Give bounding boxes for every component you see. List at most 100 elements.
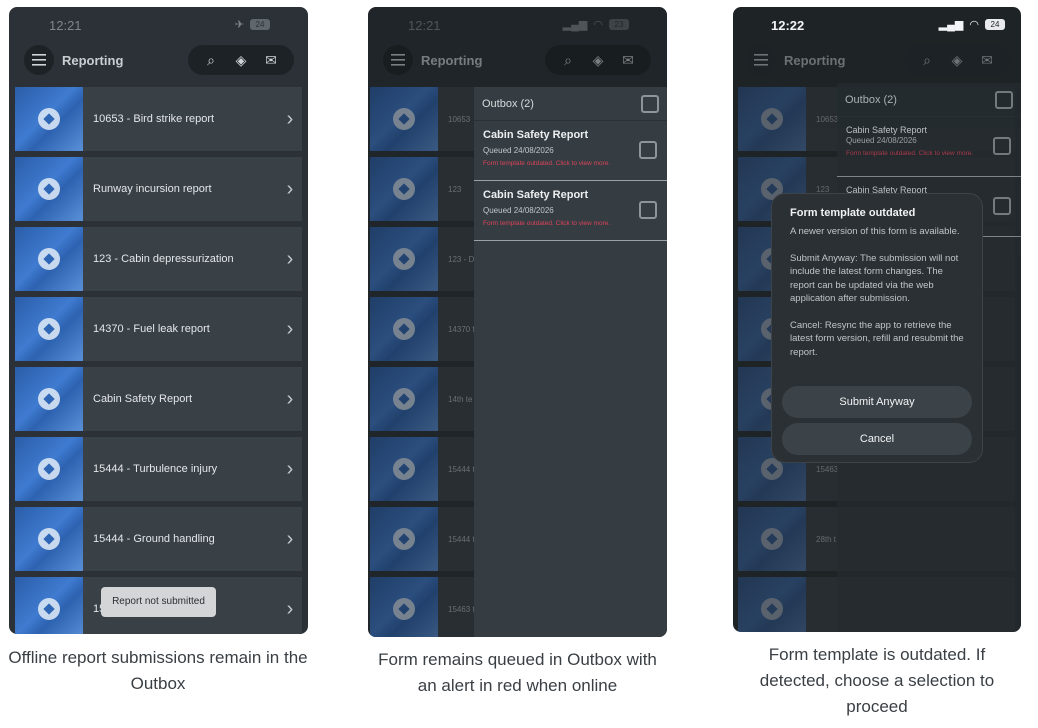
app-title: Reporting bbox=[784, 53, 846, 68]
outbox-item[interactable]: Cabin Safety Report Queued 24/08/2026 Fo… bbox=[474, 121, 667, 181]
menu-button[interactable] bbox=[24, 45, 54, 75]
chevron-right-icon: › bbox=[286, 107, 294, 130]
report-row[interactable]: 14370 - Fuel leak report › bbox=[15, 297, 302, 361]
outbox-panel: Outbox (2) Cabin Safety Report Queued 24… bbox=[474, 87, 667, 637]
report-label: 14370 - Fuel leak report bbox=[93, 323, 210, 335]
outbox-item-name: Cabin Safety Report bbox=[483, 189, 589, 201]
report-thumbnail bbox=[15, 437, 83, 501]
outbox-item-checkbox[interactable] bbox=[639, 141, 657, 159]
chevron-right-icon: › bbox=[286, 457, 294, 480]
outdated-template-dialog: Form template outdated A newer version o… bbox=[771, 193, 983, 463]
caption-3: Form template is outdated. If detected, … bbox=[759, 645, 995, 716]
outbox-item-alert[interactable]: Form template outdated. Click to view mo… bbox=[483, 160, 659, 167]
toolbar-actions: ⌕ ◈ ✉ bbox=[904, 45, 1010, 75]
dialog-text: Submit Anyway: The submission will not i… bbox=[790, 252, 959, 305]
report-thumbnail bbox=[15, 227, 83, 291]
menu-icon bbox=[32, 54, 46, 66]
report-label: Runway incursion report bbox=[93, 183, 212, 195]
report-thumbnail bbox=[15, 87, 83, 151]
report-thumbnail bbox=[738, 507, 806, 571]
app-title: Reporting bbox=[62, 53, 124, 68]
app-logo-icon bbox=[38, 458, 60, 480]
report-thumbnail bbox=[738, 577, 806, 632]
status-bar: 12:22 ▂▄▆ ◠ 24 bbox=[733, 7, 1021, 43]
report-label: Cabin Safety Report bbox=[93, 393, 193, 405]
menu-button[interactable] bbox=[746, 45, 776, 75]
caption-1: Offline report submissions remain in the… bbox=[8, 648, 308, 693]
report-thumbnail bbox=[15, 157, 83, 221]
app-logo-icon bbox=[38, 108, 60, 130]
outbox-title: Outbox (2) bbox=[482, 97, 534, 110]
select-all-checkbox[interactable] bbox=[641, 94, 659, 113]
status-bar: 12:21 ✈ 24 bbox=[9, 7, 308, 43]
outbox-item-name: Cabin Safety Report bbox=[846, 125, 928, 135]
report-thumbnail bbox=[15, 367, 83, 431]
app-bar: Reporting ⌕ ◈ ✉ bbox=[9, 41, 308, 91]
outbox-item-alert[interactable]: Form template outdated. Click to view mo… bbox=[483, 220, 659, 227]
caption-2: Form remains queued in Outbox with an al… bbox=[378, 650, 657, 695]
dialog-text: A newer version of this form is availabl… bbox=[790, 226, 960, 237]
app-logo-icon bbox=[761, 528, 783, 550]
report-thumbnail bbox=[15, 507, 83, 571]
signal-icon: ▂▄▆ bbox=[938, 19, 964, 31]
status-time: 12:21 bbox=[49, 18, 82, 33]
mail-icon[interactable]: ✉ bbox=[976, 52, 998, 69]
outbox-item[interactable]: Cabin Safety Report Queued 24/08/2026 Fo… bbox=[837, 117, 1021, 177]
mail-icon[interactable]: ✉ bbox=[260, 52, 282, 69]
status-time: 12:22 bbox=[771, 18, 805, 33]
menu-icon bbox=[754, 54, 768, 66]
toast-message: Report not submitted bbox=[101, 587, 216, 617]
chevron-right-icon: › bbox=[286, 387, 294, 410]
app-logo-icon bbox=[38, 318, 60, 340]
chevron-right-icon: › bbox=[286, 597, 294, 620]
report-row[interactable]: 15444 - Ground handling › bbox=[15, 507, 302, 571]
outbox-item-queued: Queued 24/08/2026 bbox=[483, 206, 554, 215]
chevron-right-icon: › bbox=[286, 177, 294, 200]
report-label: 15444 - Turbulence injury bbox=[93, 463, 218, 475]
phone-screen-1: 12:21 ✈ 24 Reporting ⌕ ◈ ✉ 10653 - Bird s… bbox=[9, 7, 308, 634]
navigation-icon[interactable]: ◈ bbox=[230, 52, 252, 69]
outbox-item-checkbox[interactable] bbox=[993, 137, 1011, 155]
report-label: 15444 - Ground handling bbox=[93, 533, 215, 545]
app-logo-icon bbox=[761, 598, 783, 620]
toolbar-actions: ⌕ ◈ ✉ bbox=[188, 45, 294, 75]
battery-icon: 24 bbox=[985, 19, 1005, 30]
outbox-item-queued: Queued 24/08/2026 bbox=[846, 136, 917, 145]
report-thumbnail bbox=[738, 87, 806, 151]
report-row[interactable]: 123 - Cabin depressurization › bbox=[15, 227, 302, 291]
navigation-icon[interactable]: ◈ bbox=[946, 52, 968, 69]
submit-anyway-button[interactable]: Submit Anyway bbox=[782, 386, 972, 418]
outbox-item[interactable]: Cabin Safety Report Queued 24/08/2026 Fo… bbox=[474, 181, 667, 241]
outbox-header: Outbox (2) bbox=[837, 83, 1021, 117]
report-row[interactable]: Runway incursion report › bbox=[15, 157, 302, 221]
wifi-icon: ◠ bbox=[969, 19, 979, 31]
outbox-item-name: Cabin Safety Report bbox=[483, 129, 589, 141]
report-label: 10653 - Bird strike report bbox=[93, 113, 215, 125]
outbox-item-checkbox[interactable] bbox=[639, 201, 657, 219]
search-icon[interactable]: ⌕ bbox=[200, 52, 222, 69]
airplane-mode-icon: ✈ bbox=[234, 19, 244, 31]
cancel-button[interactable]: Cancel bbox=[782, 423, 972, 455]
outbox-header: Outbox (2) bbox=[474, 87, 667, 121]
battery-icon: 24 bbox=[250, 19, 270, 30]
outbox-item-queued: Queued 24/08/2026 bbox=[483, 146, 554, 155]
report-row[interactable]: 10653 - Bird strike report › bbox=[15, 87, 302, 151]
chevron-right-icon: › bbox=[286, 317, 294, 340]
report-label: 123 - Cabin depressurization bbox=[93, 253, 234, 265]
app-logo-icon bbox=[38, 178, 60, 200]
report-row[interactable]: Cabin Safety Report › bbox=[15, 367, 302, 431]
app-logo-icon bbox=[38, 388, 60, 410]
report-row[interactable]: 15444 - Turbulence injury › bbox=[15, 437, 302, 501]
dialog-body: A newer version of this form is availabl… bbox=[790, 225, 964, 359]
app-logo-icon bbox=[38, 598, 60, 620]
outbox-title: Outbox (2) bbox=[845, 93, 897, 106]
outbox-item-checkbox[interactable] bbox=[993, 197, 1011, 215]
app-logo-icon bbox=[761, 108, 783, 130]
chevron-right-icon: › bbox=[286, 527, 294, 550]
phone-screen-2: 12:21 ▂▄▆ ◠ 23 Reporting ⌕ ◈ ✉ 10653 123 1… bbox=[368, 7, 667, 637]
search-icon[interactable]: ⌕ bbox=[916, 52, 938, 69]
outbox-item-alert[interactable]: Form template outdated. Click to view mo… bbox=[846, 150, 1013, 157]
report-list: 10653 - Bird strike report › Runway incur… bbox=[15, 87, 302, 634]
select-all-checkbox[interactable] bbox=[995, 90, 1013, 109]
dialog-text: Cancel: Resync the app to retrieve the l… bbox=[790, 319, 964, 358]
